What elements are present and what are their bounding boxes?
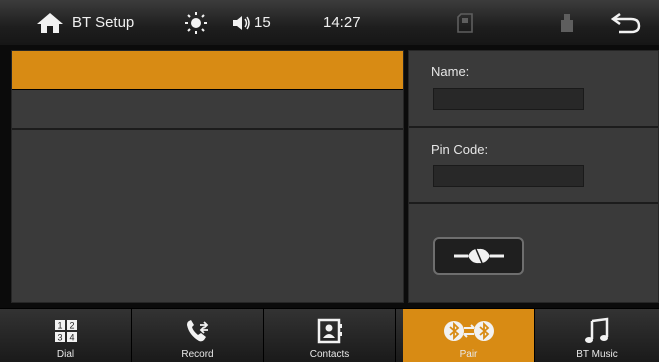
nav-label: Pair (459, 349, 478, 360)
nav-record[interactable]: Record (132, 309, 263, 362)
dial-key: 1 (57, 321, 62, 331)
pairing-panel: Name: Pin Code: (408, 50, 659, 303)
name-field[interactable] (433, 88, 584, 110)
link-connect-icon (453, 248, 504, 264)
device-list-item[interactable] (12, 90, 403, 130)
dialpad-icon: 1 2 3 4 (54, 320, 77, 343)
bottom-navigation: 1 2 3 4 Dial Record Contacts Pair BT Mus… (0, 308, 659, 362)
name-label: Name: (431, 64, 470, 79)
nav-label: Dial (56, 349, 75, 360)
nav-label: Record (181, 349, 214, 360)
music-note-icon (585, 317, 609, 343)
bt-setup-content: Name: Pin Code: (0, 45, 659, 308)
nav-label: BT Music (576, 349, 618, 360)
device-list-item-selected[interactable] (12, 51, 403, 90)
usb-status (560, 0, 580, 45)
brightness-icon (185, 11, 207, 34)
back-button[interactable] (611, 0, 641, 45)
page-title: BT Setup (72, 14, 135, 31)
usb-icon (561, 13, 573, 32)
sd-card-icon (457, 12, 473, 33)
connect-button[interactable] (433, 237, 524, 275)
volume-level: 15 (254, 14, 271, 31)
call-log-icon (186, 320, 208, 342)
name-section: Name: (409, 51, 658, 128)
speaker-icon (233, 15, 250, 30)
connect-section (409, 204, 658, 302)
pin-code-field[interactable] (433, 165, 584, 187)
contacts-icon (317, 318, 342, 344)
pin-code-label: Pin Code: (431, 142, 489, 157)
nav-pair-active[interactable]: Pair (403, 309, 534, 362)
dial-key: 3 (57, 333, 62, 343)
sd-card-status (457, 0, 479, 45)
home-icon (37, 12, 63, 33)
dial-key: 4 (69, 333, 74, 343)
clock: 14:27 (323, 14, 361, 31)
nav-dial[interactable]: 1 2 3 4 Dial (0, 309, 131, 362)
bluetooth-pair-icon (443, 321, 494, 341)
pin-section: Pin Code: (409, 128, 658, 204)
nav-label: Contacts (309, 349, 350, 360)
nav-divider (395, 309, 396, 362)
brightness-button[interactable] (184, 0, 210, 45)
dial-key: 2 (69, 321, 74, 331)
home-button[interactable] (36, 0, 66, 45)
volume-button[interactable]: 15 (233, 0, 271, 45)
status-bar: BT Setup 15 14:27 (0, 0, 659, 46)
nav-bt-music[interactable]: BT Music (535, 309, 659, 362)
back-icon (611, 12, 641, 33)
device-list (11, 50, 404, 303)
nav-contacts[interactable]: Contacts (264, 309, 395, 362)
